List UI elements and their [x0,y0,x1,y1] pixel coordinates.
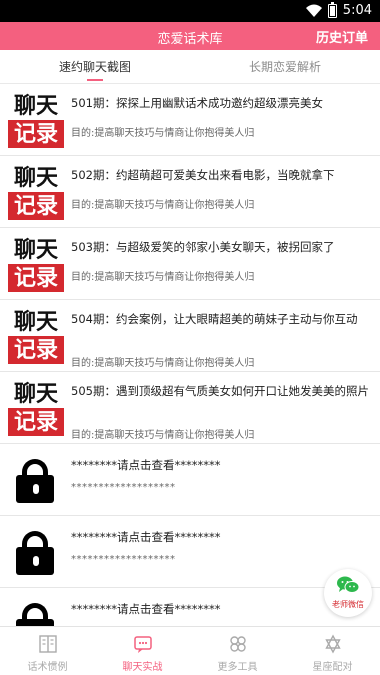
nav-item-chat-practice[interactable]: 聊天实战 [95,627,190,675]
tab-active-indicator [87,79,103,81]
status-icons: 5:04 [305,1,372,18]
item-title: 504期：约会案例，让大眼睛超美的萌妹子主动与你互动 [71,312,358,326]
status-bar: 5:04 [0,0,380,22]
wechat-label: 老师微信 [332,600,364,609]
thumbnail-top-text: 聊天 [13,165,58,191]
nav-label: 更多工具 [217,662,258,673]
nav-item-more-tools[interactable]: 更多工具 [190,627,285,675]
tab-long-term-analysis[interactable]: 长期恋爱解析 [190,50,380,84]
thumbnail-top-text: 聊天 [13,309,58,335]
nav-item-horoscope[interactable]: 星座配对 [285,627,380,675]
star-icon [324,634,341,654]
nav-label: 聊天实战 [122,662,163,673]
chat-record-thumbnail: 聊天 记录 [8,380,64,436]
app-bar: 恋爱话术库 历史订单 [0,22,380,50]
locked-list-item[interactable]: ********请点击查看******** [0,588,380,626]
teacher-wechat-button[interactable]: 老师微信 [324,569,372,617]
chat-record-thumbnail: 聊天 记录 [8,308,64,364]
item-title: 503期：与超级爱笑的邻家小美女聊天，被拐回家了 [71,240,335,254]
thumbnail-top-text: 聊天 [13,237,58,263]
item-subtitle: 目的:提高聊天技巧与情商让你抱得美人归 [71,272,255,283]
wechat-icon [337,576,360,593]
list-item[interactable]: 聊天 记录 501期：探探上用幽默话术成功邀约超级漂亮美女 目的:提高聊天技巧与… [0,84,380,156]
list-item[interactable]: 聊天 记录 502期：约超萌超可爱美女出来看电影，当晚就拿下 目的:提高聊天技巧… [0,156,380,228]
item-subtitle: 目的:提高聊天技巧与情商让你抱得美人归 [71,358,255,369]
thumbnail-bottom-text: 记录 [8,336,64,364]
locked-list-item[interactable]: ********请点击查看******** ******************… [0,516,380,588]
chat-record-thumbnail: 聊天 记录 [8,92,64,148]
chat-record-thumbnail: 聊天 记录 [8,164,64,220]
chat-icon [133,636,152,653]
lock-icon [8,453,62,507]
battery-icon [327,1,337,18]
list-item[interactable]: 聊天 记录 503期：与超级爱笑的邻家小美女聊天，被拐回家了 目的:提高聊天技巧… [0,228,380,300]
item-title: 505期：遇到顶级超有气质美女如何开口让她发美美的照片 [71,384,369,398]
item-title: ********请点击查看******** [71,530,221,544]
nav-label: 星座配对 [312,662,353,673]
item-subtitle: 目的:提高聊天技巧与情商让你抱得美人归 [71,128,255,139]
nav-label: 话术惯例 [27,662,68,673]
item-title: 501期：探探上用幽默话术成功邀约超级漂亮美女 [71,96,323,110]
chat-record-thumbnail: 聊天 记录 [8,236,64,292]
status-time: 5:04 [342,3,372,18]
item-subtitle: 目的:提高聊天技巧与情商让你抱得美人归 [71,200,255,211]
content-list[interactable]: 聊天 记录 501期：探探上用幽默话术成功邀约超级漂亮美女 目的:提高聊天技巧与… [0,84,380,626]
thumbnail-top-text: 聊天 [13,93,58,119]
thumbnail-bottom-text: 记录 [8,192,64,220]
grid-icon [229,636,246,652]
locked-list-item[interactable]: ********请点击查看******** ******************… [0,444,380,516]
lock-icon [8,597,62,626]
list-item[interactable]: 聊天 记录 504期：约会案例，让大眼睛超美的萌妹子主动与你互动 目的:提高聊天… [0,300,380,372]
tab-quick-chat-screenshots[interactable]: 速约聊天截图 [0,50,190,84]
thumbnail-bottom-text: 记录 [8,408,64,436]
item-title: 502期：约超萌超可爱美女出来看电影，当晚就拿下 [71,168,335,182]
item-subtitle: 目的:提高聊天技巧与情商让你抱得美人归 [71,430,255,441]
book-icon [38,635,57,653]
tab-label: 速约聊天截图 [58,60,131,74]
item-subtitle: ******************* [71,554,176,565]
nav-item-scripts[interactable]: 话术惯例 [0,627,95,675]
history-orders-button[interactable]: 历史订单 [316,27,368,46]
bottom-navigation: 话术惯例 聊天实战 更多工具 星座配对 [0,626,380,675]
item-title: ********请点击查看******** [71,458,221,472]
tab-label: 长期恋爱解析 [248,60,321,74]
thumbnail-bottom-text: 记录 [8,264,64,292]
tab-bar: 速约聊天截图 长期恋爱解析 [0,50,380,84]
thumbnail-bottom-text: 记录 [8,120,64,148]
lock-icon [8,525,62,579]
thumbnail-top-text: 聊天 [13,381,58,407]
list-item[interactable]: 聊天 记录 505期：遇到顶级超有气质美女如何开口让她发美美的照片 目的:提高聊… [0,372,380,444]
wifi-icon [305,4,322,17]
item-subtitle: ******************* [71,482,176,493]
